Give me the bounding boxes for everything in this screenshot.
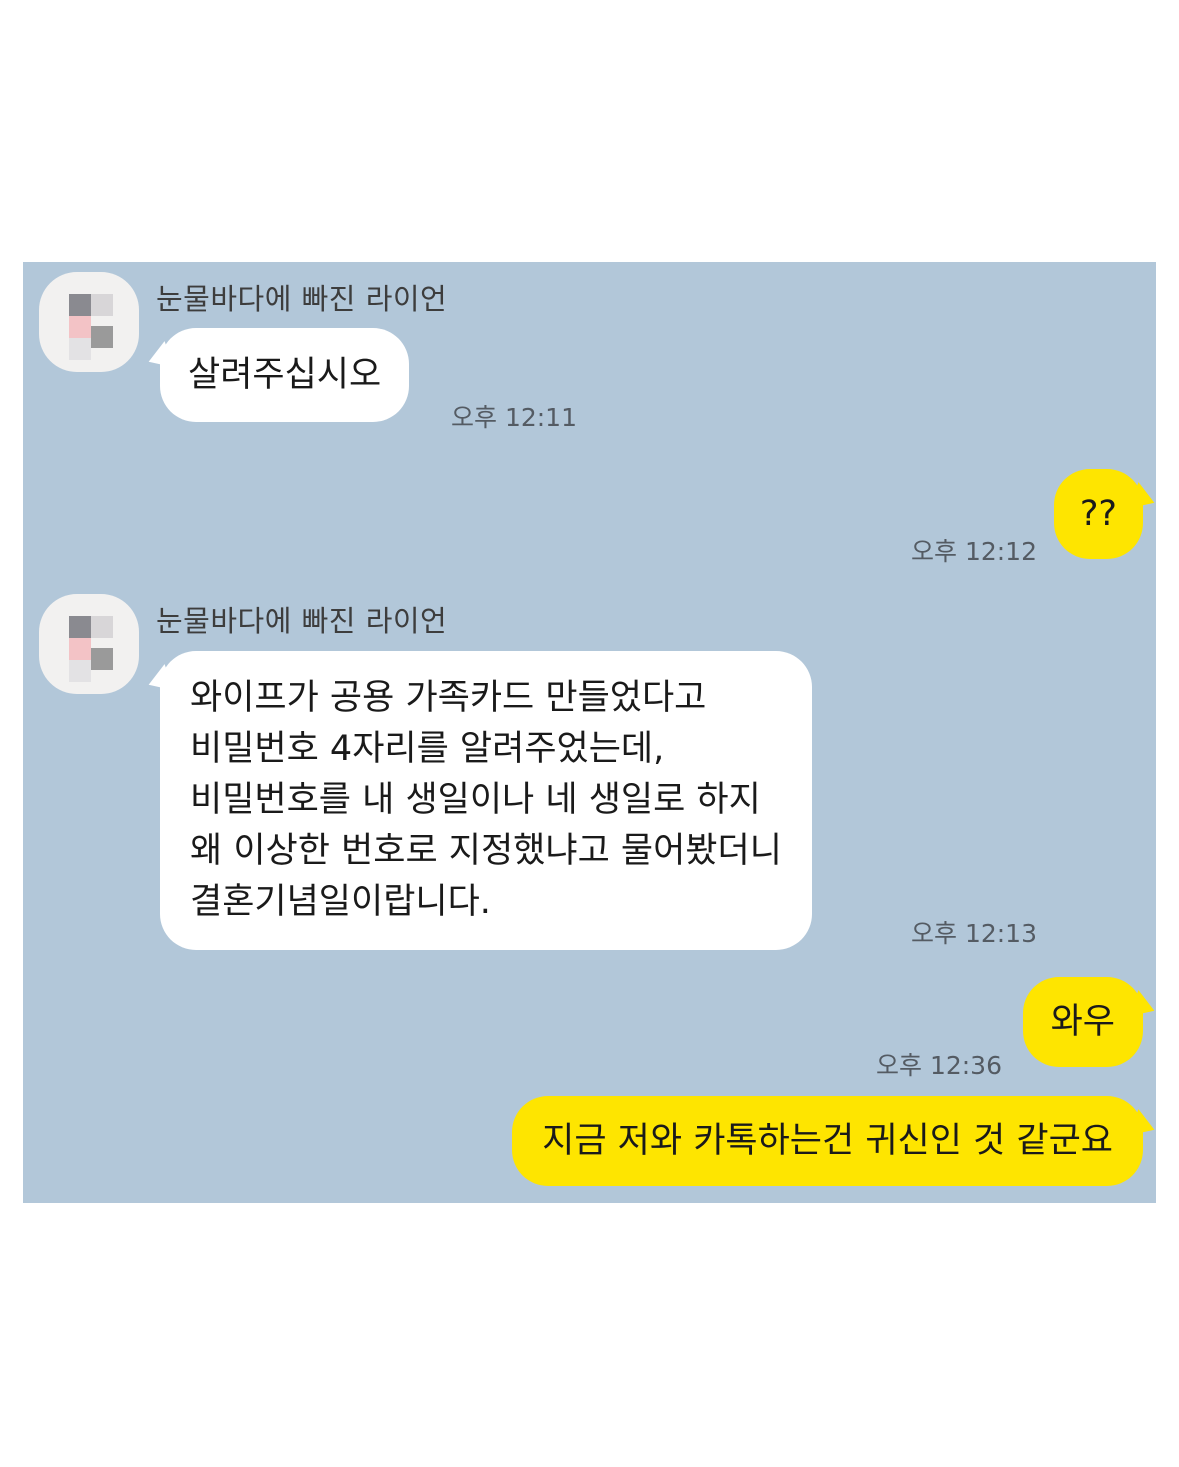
avatar-pixel xyxy=(69,316,91,338)
avatar-pixel xyxy=(69,616,91,638)
message-text: ?? xyxy=(1079,494,1117,534)
avatar-pixel xyxy=(91,294,113,316)
bubble-tail xyxy=(143,664,175,698)
message-bubble-outgoing[interactable]: 와우 xyxy=(1022,977,1156,1067)
sender-avatar[interactable] xyxy=(39,272,139,372)
avatar-pixel xyxy=(91,326,113,348)
avatar-pixel xyxy=(69,338,91,360)
message-time: 오후 12:12 xyxy=(911,537,1037,566)
message-text-line: 왜 이상한 번호로 지정했냐고 물어봤더니 xyxy=(190,831,782,871)
bubble-tail xyxy=(1128,990,1156,1024)
avatar-pixel xyxy=(91,648,113,670)
message-text-line: 비밀번호를 내 생일이나 네 생일로 하지 xyxy=(190,780,761,820)
message-bubble-outgoing[interactable]: ?? xyxy=(1053,469,1156,559)
message-time: 오후 12:13 xyxy=(911,919,1037,948)
message-text: 와우 xyxy=(1050,1002,1115,1042)
avatar-pixel xyxy=(69,638,91,660)
message-bubble-incoming[interactable]: 와이프가 공용 가족카드 만들었다고 비밀번호 4자리를 알려주었는데, 비밀번… xyxy=(143,651,812,950)
avatar-pixel xyxy=(69,294,91,316)
avatar-pixel xyxy=(91,616,113,638)
message-text-line: 결혼기념일이랍니다. xyxy=(190,882,491,922)
chat-room[interactable]: 눈물바다에 빠진 라이언 살려주십시오 오후 12:11 ?? 오후 12:12… xyxy=(23,262,1156,1203)
sender-avatar[interactable] xyxy=(39,594,139,694)
sender-name: 눈물바다에 빠진 라이언 xyxy=(156,604,448,638)
avatar-pixel xyxy=(69,660,91,682)
message-text-line: 비밀번호 4자리를 알려주었는데, xyxy=(190,729,665,769)
message-bubble-incoming[interactable]: 살려주십시오 xyxy=(143,328,410,422)
sender-name: 눈물바다에 빠진 라이언 xyxy=(156,282,448,316)
message-bubble-outgoing[interactable]: 지금 저와 카톡하는건 귀신인 것 같군요 xyxy=(512,1096,1156,1186)
message-text: 살려주십시오 xyxy=(188,355,382,395)
message-time: 오후 12:11 xyxy=(451,403,577,432)
message-time: 오후 12:36 xyxy=(876,1051,1002,1080)
message-text-line: 와이프가 공용 가족카드 만들었다고 xyxy=(190,678,707,718)
bubble-tail xyxy=(1128,482,1156,516)
bubble-tail xyxy=(1128,1109,1156,1143)
bubble-tail xyxy=(143,341,175,375)
message-text: 지금 저와 카톡하는건 귀신인 것 같군요 xyxy=(542,1121,1113,1161)
